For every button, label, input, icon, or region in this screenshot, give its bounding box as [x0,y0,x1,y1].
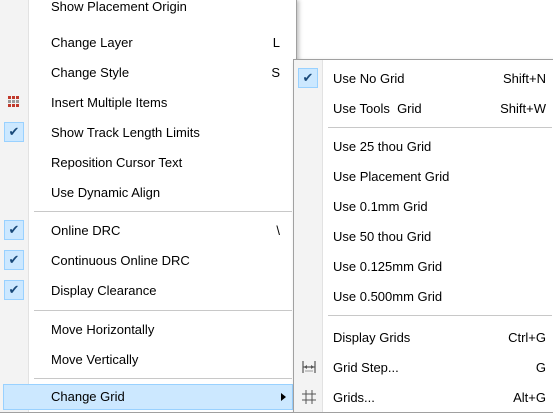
menu-item-label: Insert Multiple Items [51,95,168,110]
submenu-separator [328,127,552,128]
menu-item-label: Show Placement Origin [51,0,187,14]
submenu-item-use-no-grid[interactable]: ✔ Use No Grid Shift+N [294,65,553,92]
check-icon: ✔ [4,280,24,300]
submenu-item-label: Use Tools Grid [333,101,422,116]
check-icon: ✔ [4,122,24,142]
menu-item-label: Move Vertically [51,352,139,367]
menu-item-label: Show Track Length Limits [51,125,200,140]
submenu-separator [328,315,552,316]
submenu-item-shortcut: Ctrl+G [508,330,546,345]
submenu-item-label: Grids... [333,390,375,405]
submenu-item-label: Use 50 thou Grid [333,229,432,244]
menu-item-display-clearance[interactable]: ✔ Display Clearance [0,277,296,304]
submenu-item-label: Use 0.1mm Grid [333,199,428,214]
submenu-item-grids[interactable]: Grids... Alt+G [294,384,553,411]
menu-item-label: Move Horizontally [51,322,155,337]
submenu-item-shortcut: Alt+G [513,390,546,405]
menu-item-label: Change Grid [51,389,125,404]
submenu-item-display-grids[interactable]: Display Grids Ctrl+G [294,324,553,351]
submenu-item-label: Use 0.500mm Grid [333,289,443,304]
menu-item-change-layer[interactable]: Change Layer L [0,29,296,56]
menu-item-reposition-cursor-text[interactable]: Reposition Cursor Text [0,149,296,176]
submenu-item-label: Use 0.125mm Grid [333,259,443,274]
menu-item-change-style[interactable]: Change Style S [0,59,296,86]
check-icon: ✔ [4,220,24,240]
menu-item-show-placement-origin[interactable]: Show Placement Origin [0,0,296,20]
submenu-arrow-icon [281,393,286,401]
submenu-item-use-tools-grid[interactable]: Use Tools Grid Shift+W [294,95,553,122]
menu-separator [34,378,292,379]
menu-item-shortcut: S [271,65,280,80]
submenu-item-shortcut: Shift+N [503,71,546,86]
submenu-item-use-0-1mm-grid[interactable]: Use 0.1mm Grid [294,193,553,220]
menu-item-label: Continuous Online DRC [51,253,190,268]
menu-item-continuous-online-drc[interactable]: ✔ Continuous Online DRC [0,247,296,274]
submenu-item-label: Grid Step... [333,360,399,375]
submenu-item-label: Use No Grid [333,71,405,86]
submenu-item-label: Use Placement Grid [333,169,450,184]
submenu-item-shortcut: Shift+W [500,101,546,116]
submenu-item-shortcut: G [535,360,546,375]
submenu-item-use-50-thou-grid[interactable]: Use 50 thou Grid [294,223,553,250]
submenu-item-use-25-thou-grid[interactable]: Use 25 thou Grid [294,133,553,160]
submenu-item-use-0-125mm-grid[interactable]: Use 0.125mm Grid [294,253,553,280]
menu-item-change-grid[interactable]: Change Grid [3,384,293,410]
grids-icon [302,390,316,404]
menu-item-move-horizontally[interactable]: Move Horizontally [0,316,296,343]
menu-item-label: Reposition Cursor Text [51,155,183,170]
menu-item-use-dynamic-align[interactable]: Use Dynamic Align [0,179,296,206]
grid-submenu: ✔ Use No Grid Shift+N Use Tools Grid Shi… [293,59,553,413]
check-icon: ✔ [298,68,318,88]
check-icon: ✔ [4,250,24,270]
menu-item-online-drc[interactable]: ✔ Online DRC \ [0,217,296,244]
menu-item-label: Change Style [51,65,130,80]
menu-item-label: Display Clearance [51,283,157,298]
menu-item-label: Online DRC [51,223,121,238]
menu-separator [34,310,292,311]
submenu-item-use-placement-grid[interactable]: Use Placement Grid [294,163,553,190]
submenu-item-label: Display Grids [333,330,411,345]
menu-item-insert-multiple-items[interactable]: Insert Multiple Items [0,89,296,116]
menu-item-shortcut: L [272,35,280,50]
submenu-item-use-0-500mm-grid[interactable]: Use 0.500mm Grid [294,283,553,310]
menu-item-move-vertically[interactable]: Move Vertically [0,346,296,373]
context-menu: Show Placement Origin Change Layer L Cha… [0,0,297,413]
menu-item-shortcut: \ [276,223,280,238]
grid-step-icon [302,361,316,373]
submenu-item-label: Use 25 thou Grid [333,139,432,154]
multiple-items-icon [8,96,20,108]
menu-item-label: Use Dynamic Align [51,185,161,200]
menu-item-label: Change Layer [51,35,133,50]
menu-item-show-track-length-limits[interactable]: ✔ Show Track Length Limits [0,119,296,146]
submenu-item-grid-step[interactable]: Grid Step... G [294,354,553,381]
menu-separator [34,211,292,212]
